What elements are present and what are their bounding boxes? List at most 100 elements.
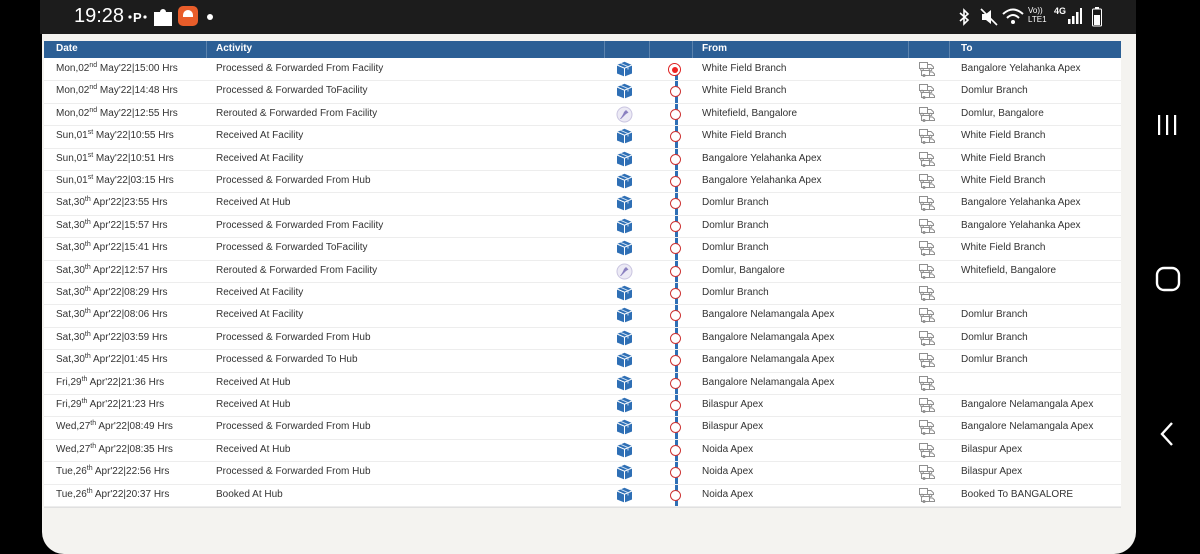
- date-day: Sat,30: [56, 242, 85, 254]
- row-from: Bangalore Nelamangala Apex: [702, 354, 835, 366]
- table-row: Sat,30th Apr'22|03:59 Hrs Processed & For…: [44, 327, 1121, 351]
- date-day: Sat,30: [56, 219, 85, 231]
- date-day: Mon,02: [56, 85, 90, 97]
- row-activity: Processed & Forwarded From Hub: [216, 466, 371, 478]
- timeline-dot: [670, 377, 681, 389]
- row-activity: Processed & Forwarded From Facility: [216, 63, 384, 74]
- row-date: Wed,27th Apr'22|08:49 Hrs: [56, 420, 173, 433]
- date-time: Apr'22|12:57 Hrs: [90, 264, 168, 276]
- box-icon: [616, 218, 633, 237]
- row-to: Bangalore Yelahanka Apex: [961, 63, 1081, 74]
- box-icon: [616, 375, 633, 394]
- row-to: White Field Branch: [961, 242, 1046, 254]
- date-time: May'22|10:51 Hrs: [93, 152, 174, 164]
- navigation-bar: [1136, 0, 1200, 554]
- battery-icon: [1092, 7, 1102, 27]
- truck-icon: [918, 330, 936, 349]
- header-date: Date: [56, 43, 78, 54]
- header-divider: [206, 41, 207, 58]
- truck-icon: [918, 307, 936, 326]
- row-from: Noida Apex: [702, 466, 754, 478]
- box-icon: [616, 128, 633, 147]
- table-row: Sat,30th Apr'22|01:45 Hrs Processed & For…: [44, 349, 1121, 373]
- row-from: Domlur, Bangalore: [702, 264, 785, 276]
- box-icon: [616, 240, 633, 259]
- header-divider: [949, 41, 950, 58]
- header-divider: [908, 41, 909, 58]
- date-day: Sun,01: [56, 130, 88, 142]
- home-button[interactable]: [1155, 266, 1181, 292]
- table-row: Sat,30th Apr'22|15:41 Hrs Processed & For…: [44, 237, 1121, 261]
- date-time: Apr'22|08:35 Hrs: [96, 443, 173, 455]
- recents-button[interactable]: [1155, 113, 1179, 137]
- date-time: Apr'22|03:59 Hrs: [90, 331, 168, 343]
- p-icon: P: [128, 10, 147, 24]
- box-icon: [616, 151, 633, 170]
- box-icon: [616, 464, 633, 483]
- reroute-icon: [616, 106, 633, 126]
- row-date: Sat,30th Apr'22|12:57 Hrs: [56, 264, 168, 276]
- table-row: Wed,27th Apr'22|08:49 Hrs Processed & For…: [44, 416, 1121, 440]
- header-divider: [649, 41, 650, 58]
- row-to: Domlur Branch: [961, 85, 1028, 97]
- 4g-label: 4G: [1054, 6, 1067, 16]
- row-date: Tue,26th Apr'22|20:37 Hrs: [56, 488, 169, 500]
- row-activity: Processed & Forwarded From Hub: [216, 331, 371, 343]
- timeline-dot: [670, 400, 681, 411]
- date-day: Mon,02: [56, 63, 90, 74]
- timeline-dot: [670, 332, 681, 344]
- row-from: White Field Branch: [702, 63, 787, 74]
- table-row: Sat,30th Apr'22|23:55 Hrs Received At Hub…: [44, 192, 1121, 216]
- row-to: Domlur Branch: [961, 309, 1028, 321]
- row-date: Sun,01st May'22|03:15 Hrs: [56, 174, 174, 186]
- date-day: Wed,27: [56, 443, 91, 455]
- truck-icon: [918, 352, 936, 371]
- box-icon: [616, 330, 633, 349]
- date-time: Apr'22|21:36 Hrs: [87, 376, 165, 388]
- row-to: Whitefield, Bangalore: [961, 264, 1057, 276]
- row-activity: Booked At Hub: [216, 488, 283, 500]
- row-to: Bangalore Nelamangala Apex: [961, 421, 1094, 433]
- row-from: Bangalore Yelahanka Apex: [702, 175, 822, 186]
- row-date: Wed,27th Apr'22|08:35 Hrs: [56, 443, 173, 455]
- row-activity: Processed & Forwarded ToFacility: [216, 85, 368, 97]
- table-row: Sat,30th Apr'22|08:29 Hrs Received At Fac…: [44, 282, 1121, 306]
- box-icon: [616, 61, 633, 80]
- truck-icon: [918, 487, 936, 506]
- date-time: May'22|12:55 Hrs: [97, 107, 178, 119]
- puzzle-icon: [154, 9, 172, 26]
- back-button[interactable]: [1157, 421, 1177, 447]
- table-row: Mon,02nd May'22|14:48 Hrs Processed & For…: [44, 80, 1121, 104]
- row-activity: Received At Facility: [216, 152, 304, 164]
- date-day: Sat,30: [56, 287, 85, 298]
- row-date: Sat,30th Apr'22|08:06 Hrs: [56, 308, 168, 321]
- date-time: Apr'22|08:29 Hrs: [90, 287, 168, 298]
- row-date: Sat,30th Apr'22|15:41 Hrs: [56, 241, 168, 254]
- header-divider: [692, 41, 693, 58]
- row-from: Noida Apex: [702, 443, 754, 455]
- date-time: Apr'22|08:06 Hrs: [90, 309, 168, 321]
- header-activity: Activity: [216, 43, 253, 54]
- box-icon: [616, 352, 633, 371]
- truck-icon: [918, 106, 936, 125]
- row-date: Sat,30th Apr'22|08:29 Hrs: [56, 286, 168, 298]
- row-from: Bangalore Nelamangala Apex: [702, 331, 835, 343]
- truck-icon: [918, 61, 936, 80]
- row-to: Bilaspur Apex: [961, 443, 1023, 455]
- row-activity: Received At Hub: [216, 197, 291, 209]
- date-day: Sat,30: [56, 309, 85, 321]
- row-to: Bangalore Nelamangala Apex: [961, 399, 1094, 410]
- mute-icon: [980, 8, 998, 26]
- truck-icon: [918, 375, 936, 394]
- row-date: Tue,26th Apr'22|22:56 Hrs: [56, 465, 169, 477]
- timeline-dot: [670, 176, 681, 187]
- table-row: Sat,30th Apr'22|08:06 Hrs Received At Fac…: [44, 304, 1121, 328]
- truck-icon: [918, 151, 936, 170]
- truck-icon: [918, 240, 936, 259]
- date-day: Wed,27: [56, 421, 91, 433]
- row-activity: Received At Hub: [216, 376, 291, 388]
- truck-icon: [918, 173, 936, 192]
- date-day: Tue,26: [56, 488, 87, 500]
- row-date: Sat,30th Apr'22|03:59 Hrs: [56, 331, 168, 343]
- row-from: Bilaspur Apex: [702, 399, 764, 410]
